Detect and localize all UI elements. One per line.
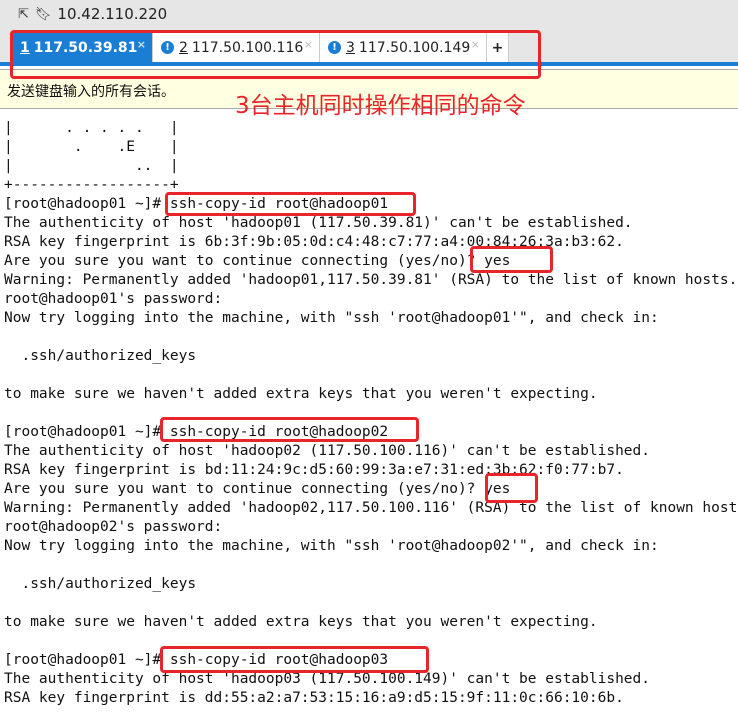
terminal-line: Are you sure you want to continue connec…	[4, 253, 511, 269]
highlight-box-command-2	[160, 417, 419, 442]
terminal-line: Now try logging into the machine, with "…	[4, 538, 659, 554]
terminal-line: .ssh/authorized_keys	[4, 348, 197, 364]
highlight-box-yes-1	[470, 246, 553, 273]
highlight-box-command-1	[165, 192, 416, 216]
terminal-line: The authenticity of host 'hadoop01 (117.…	[4, 215, 633, 231]
highlight-box-yes-2	[485, 473, 538, 503]
terminal-line: Now try logging into the machine, with "…	[4, 310, 659, 326]
broadcast-text: 发送键盘输入的所有会话。	[7, 84, 175, 100]
terminal-line: RSA key fingerprint is 6b:3f:9b:05:0d:c4…	[4, 234, 624, 250]
terminal-line: root@hadoop02's password:	[4, 519, 223, 535]
highlight-box-command-3	[160, 646, 429, 673]
host-address: 10.42.110.220	[57, 5, 168, 23]
bookmark-icon[interactable]: 🔖︎	[35, 7, 52, 22]
terminal-line: RSA key fingerprint is dd:55:a2:a7:53:15…	[4, 690, 624, 706]
terminal-line: RSA key fingerprint is bd:11:24:9c:d5:60…	[4, 462, 624, 478]
annotation-text: 3台主机同时操作相同的命令	[235, 93, 526, 119]
terminal-line: .ssh/authorized_keys	[4, 576, 197, 592]
terminal-line: | . . . . . |	[4, 120, 179, 136]
terminal-line: Warning: Permanently added 'hadoop01,117…	[4, 272, 738, 288]
address-bar: ⇱ 🔖︎ 10.42.110.220	[18, 5, 167, 23]
terminal-line: Are you sure you want to continue connec…	[4, 481, 511, 497]
session-arrow-icon[interactable]: ⇱	[18, 7, 29, 22]
terminal-line: to make sure we haven't added extra keys…	[4, 386, 598, 402]
terminal-line: | .. |	[4, 158, 179, 174]
terminal-line: | . .E |	[4, 139, 179, 155]
terminal-line: Warning: Permanently added 'hadoop02,117…	[4, 500, 738, 516]
highlight-box-tabs	[10, 30, 541, 79]
terminal-line: root@hadoop01's password:	[4, 291, 223, 307]
terminal-line: The authenticity of host 'hadoop02 (117.…	[4, 443, 651, 459]
terminal-line: to make sure we haven't added extra keys…	[4, 614, 598, 630]
